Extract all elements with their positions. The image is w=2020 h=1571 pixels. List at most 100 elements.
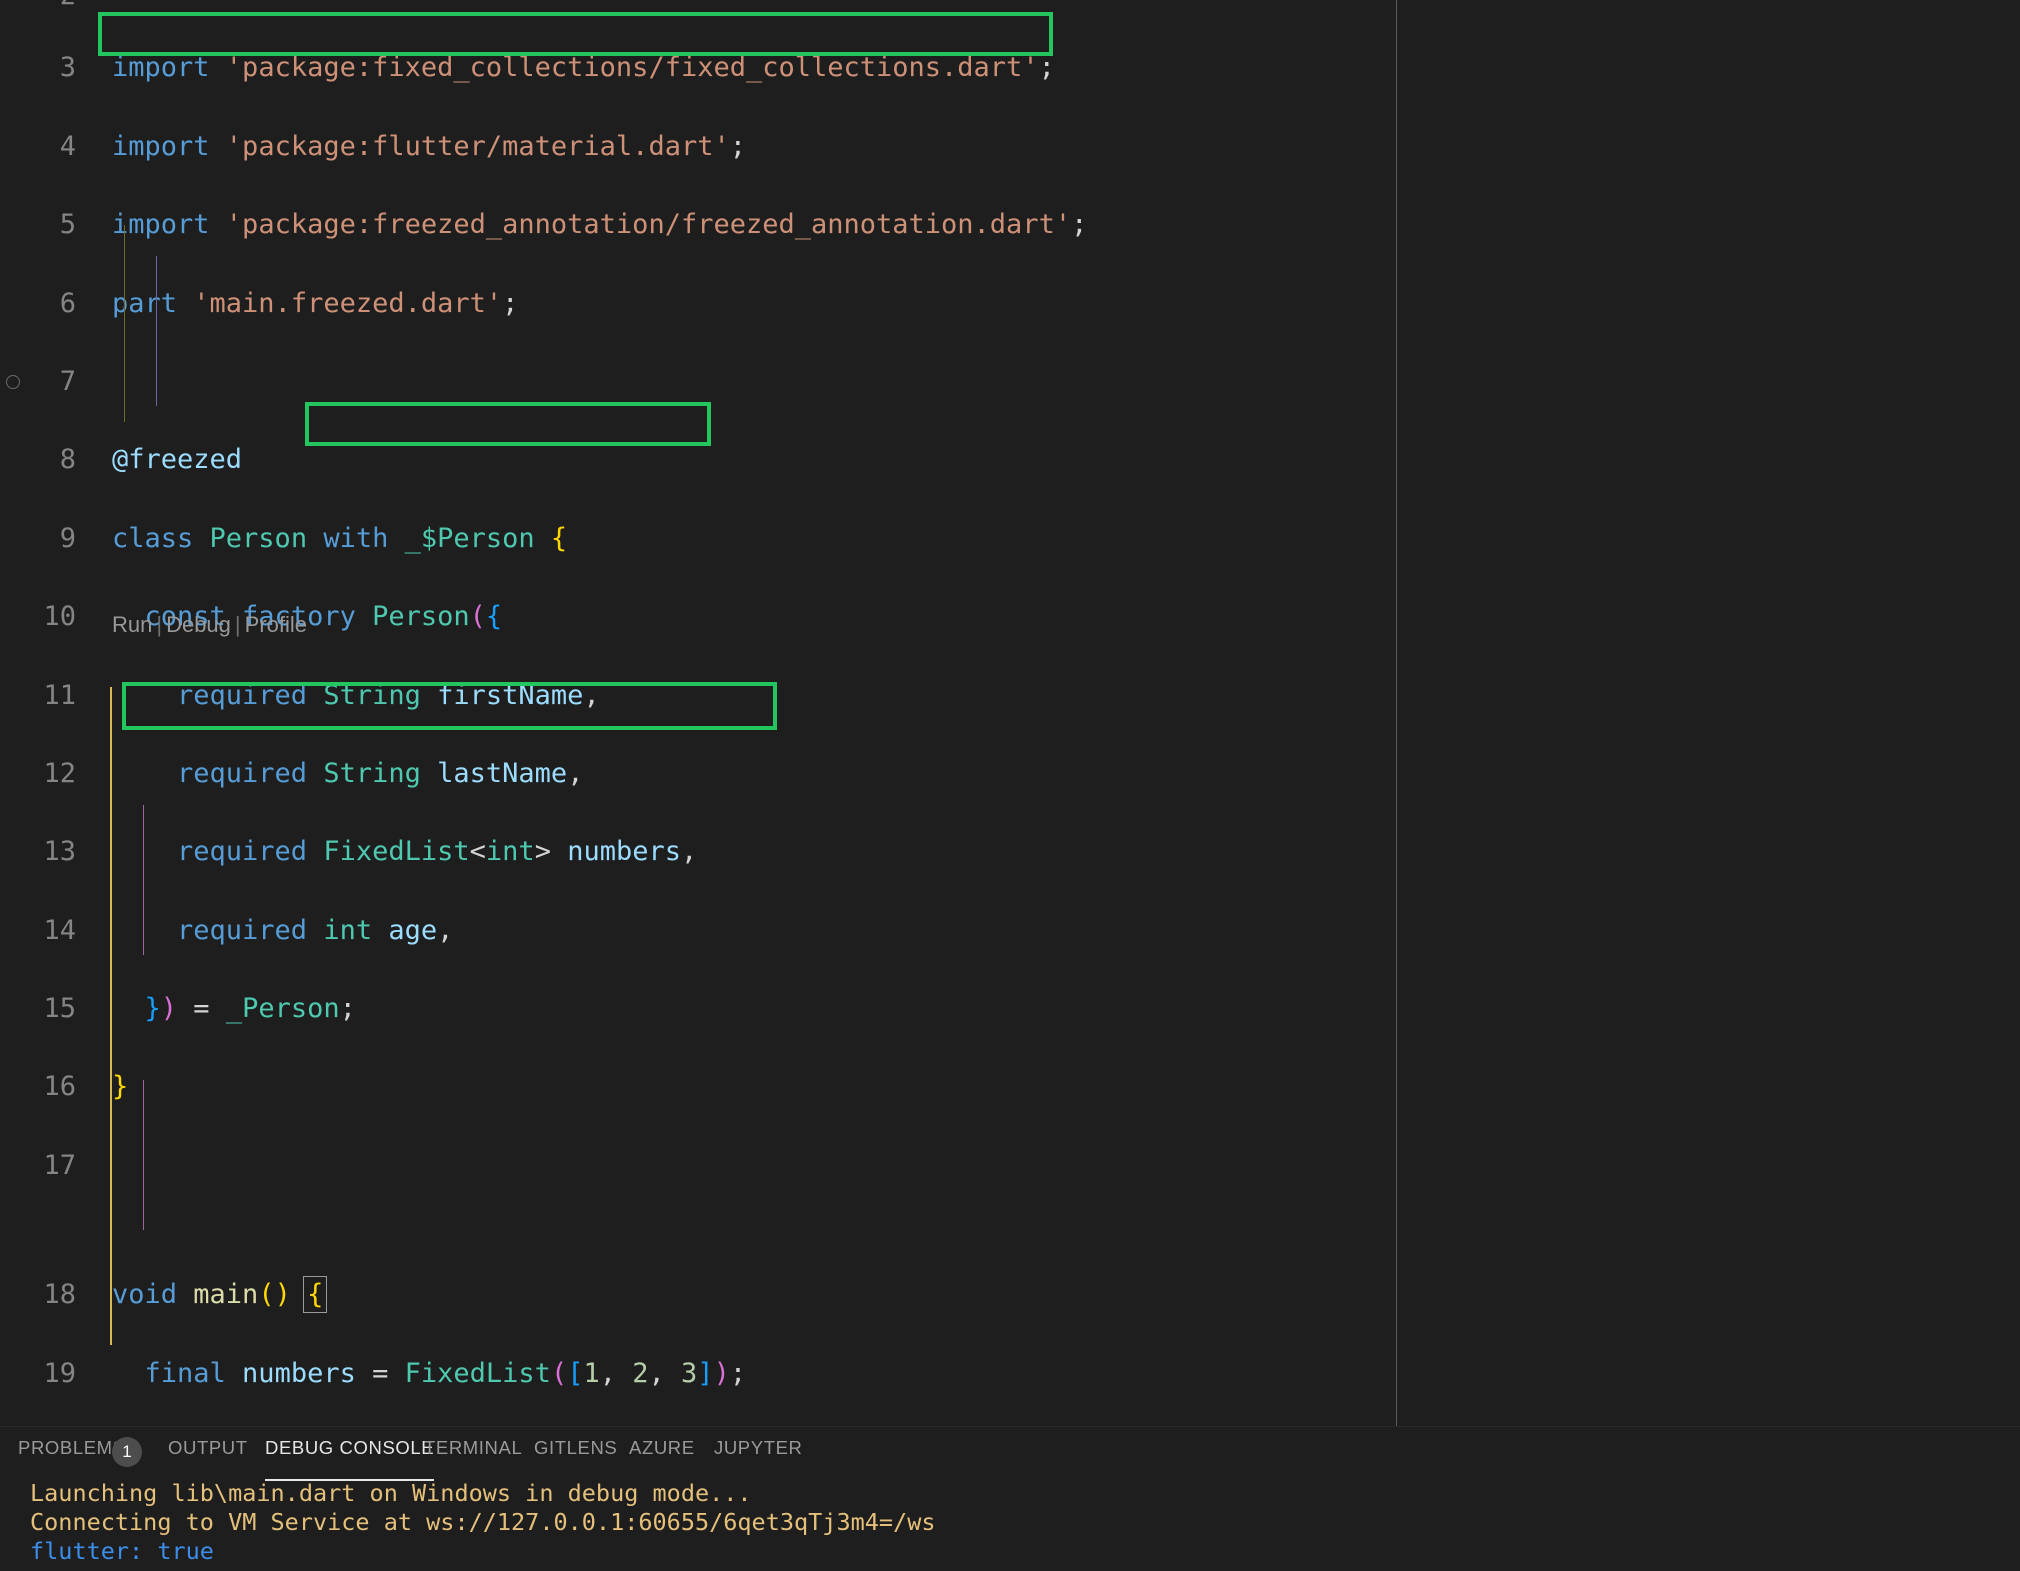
line-text: final numbers = FixedList([1, 2, 3]); [112, 1354, 747, 1393]
token-bracket: } [112, 1071, 129, 1103]
indent-guide-ctor [156, 256, 157, 406]
tab-gitlens[interactable]: GITLENS [534, 1437, 617, 1475]
token-bracket: () [258, 1279, 291, 1311]
line-text: @freezed [112, 440, 242, 479]
console-flutter-colon: : [129, 1537, 158, 1565]
code-line[interactable]: 13 required FixedList<int> numbers, [0, 832, 2020, 871]
token-punct: , [599, 1357, 633, 1389]
line-number: 7 [59, 365, 76, 397]
token-punct: , [583, 679, 600, 711]
line-number: 17 [43, 1149, 76, 1181]
line-text: required FixedList<int> numbers, [112, 832, 697, 871]
token-number: 3 [681, 1357, 698, 1389]
tab-terminal[interactable]: TERMINAL [424, 1437, 522, 1475]
token-bracket: } [112, 993, 161, 1025]
code-line[interactable]: 7 [0, 362, 2020, 401]
tab-problems[interactable]: PROBLEMS [18, 1437, 126, 1475]
token-string: 'package:fixed_collections/fixed_collect… [209, 52, 1039, 84]
code-line[interactable]: 6 part 'main.freezed.dart'; [0, 284, 2020, 323]
token-type: String [307, 679, 421, 711]
code-line[interactable]: 4 import 'package:flutter/material.dart'… [0, 127, 2020, 166]
line-number: 5 [59, 209, 76, 241]
tab-debug-console[interactable]: DEBUG CONSOLE [265, 1437, 435, 1481]
line-number: 11 [43, 679, 76, 711]
token-string: 'package:freezed_annotation/freezed_anno… [209, 209, 1072, 241]
token-string: 'main.freezed.dart' [177, 287, 503, 319]
tab-azure[interactable]: AZURE [629, 1437, 695, 1475]
token-keyword: import [112, 209, 210, 241]
token-punct: = [177, 993, 226, 1025]
token-identifier: numbers [225, 1357, 356, 1389]
line-text: }) = _Person; [112, 989, 356, 1028]
problems-count-badge: 1 [112, 1437, 142, 1467]
token-keyword: import [112, 130, 210, 162]
code-line[interactable]: 3 import 'package:fixed_collections/fixe… [0, 48, 2020, 87]
code-editor[interactable]: 2 3 import 'package:fixed_collections/fi… [0, 0, 2020, 1426]
console-flutter-value: true [157, 1537, 214, 1565]
token-keyword: part [112, 287, 178, 319]
token-punct: ; [1038, 52, 1055, 84]
token-keyword: with [307, 522, 389, 554]
token-type: Person [193, 522, 308, 554]
token-type: FixedList [307, 836, 470, 868]
indent-guide-person2-args [143, 1080, 144, 1230]
codelens-run-debug-profile[interactable]: Run | Debug | Profile [112, 608, 307, 642]
token-punct: = [355, 1357, 405, 1389]
tab-jupyter[interactable]: JUPYTER [714, 1437, 803, 1475]
code-line[interactable]: 8 @freezed [0, 440, 2020, 479]
token-bracket: ( [469, 601, 486, 633]
token-identifier: firstName [420, 679, 584, 711]
codelens-run-link[interactable]: Run [112, 612, 152, 637]
line-text: } [112, 1067, 128, 1106]
code-line[interactable]: 14 required int age, [0, 911, 2020, 950]
token-punct: ; [729, 130, 746, 162]
line-text: void main() { [112, 1275, 323, 1314]
line-text: import 'package:fixed_collections/fixed_… [112, 48, 1055, 87]
bracket-match-box [303, 1276, 327, 1314]
code-line[interactable]: 2 [0, 0, 2020, 15]
token-punct: ; [1071, 209, 1088, 241]
token-punct: > [534, 836, 551, 868]
code-line[interactable]: 5 import 'package:freezed_annotation/fre… [0, 205, 2020, 244]
token-type: int [307, 914, 373, 946]
console-line-flutter-output: flutter: true [30, 1537, 214, 1565]
token-bracket: [ [567, 1357, 584, 1389]
code-line[interactable]: 16 } [0, 1067, 2020, 1106]
token-identifier: age [372, 914, 438, 946]
vertical-ruler [1396, 0, 1397, 1426]
line-text: required int age, [112, 911, 453, 950]
code-line[interactable]: 11 required String firstName, [0, 676, 2020, 715]
token-keyword: import [112, 52, 210, 84]
codelens-profile-link[interactable]: Profile [245, 612, 307, 637]
line-number: 3 [59, 52, 76, 84]
code-line[interactable]: 18 void main() { [0, 1275, 2020, 1314]
line-number: 19 [43, 1357, 76, 1389]
code-line[interactable]: 19 final numbers = FixedList([1, 2, 3]); [0, 1354, 2020, 1393]
token-type: FixedList [404, 1357, 551, 1389]
tab-output[interactable]: OUTPUT [168, 1437, 248, 1475]
token-punct: < [469, 836, 486, 868]
line-number: 12 [43, 757, 76, 789]
indent-guide-main-body [110, 687, 112, 1345]
indent-guide-class [124, 225, 125, 422]
code-line[interactable]: 15 }) = _Person; [0, 989, 2020, 1028]
token-punct: ; [729, 1357, 747, 1389]
token-function: main [177, 1279, 259, 1311]
code-line[interactable]: 17 [0, 1146, 2020, 1185]
token-number: 2 [632, 1357, 649, 1389]
line-number: 15 [43, 993, 76, 1025]
token-keyword: final [112, 1357, 226, 1389]
panel-tab-bar[interactable]: PROBLEMS 1 OUTPUT DEBUG CONSOLE TERMINAL… [0, 1427, 2020, 1481]
line-number: 13 [43, 836, 76, 868]
bottom-panel[interactable]: PROBLEMS 1 OUTPUT DEBUG CONSOLE TERMINAL… [0, 1426, 2020, 1571]
token-keyword: void [112, 1279, 178, 1311]
line-number: 2 [0, 0, 76, 15]
code-lines: 2 3 import 'package:fixed_collections/fi… [0, 0, 2020, 1418]
codelens-debug-link[interactable]: Debug [166, 612, 231, 637]
token-type: String [307, 757, 421, 789]
token-keyword: required [112, 836, 308, 868]
code-line[interactable]: 9 class Person with _$Person { [0, 519, 2020, 558]
token-punct: , [681, 836, 698, 868]
code-line[interactable]: 12 required String lastName, [0, 754, 2020, 793]
console-line-launching: Launching lib\main.dart on Windows in de… [30, 1479, 752, 1507]
